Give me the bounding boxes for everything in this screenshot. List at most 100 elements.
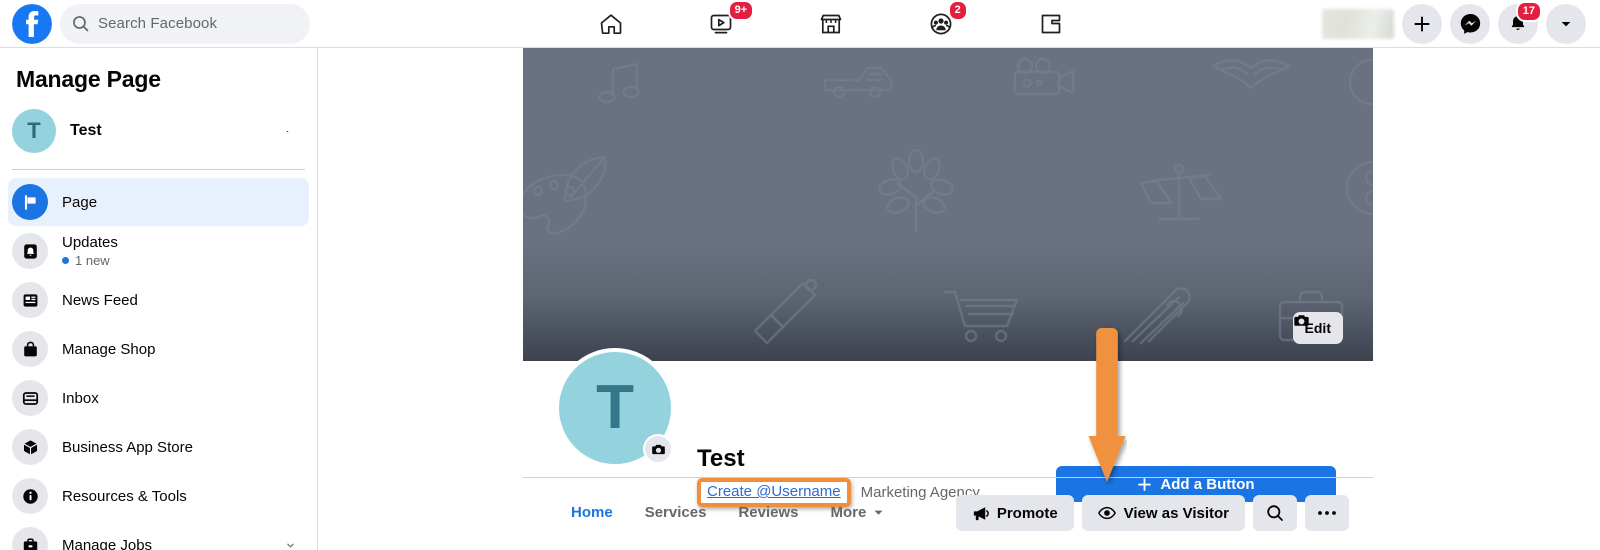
view-as-visitor-button[interactable]: View as Visitor bbox=[1081, 495, 1245, 531]
megaphone-icon bbox=[973, 506, 989, 520]
marketplace-store-icon bbox=[820, 14, 842, 33]
sidebar-item-body: Page bbox=[62, 194, 299, 211]
sidebar-item-news-feed[interactable]: News Feed bbox=[8, 276, 309, 324]
top-navigation-bar: Search Facebook 9+ 2 17 bbox=[0, 0, 1600, 48]
manage-page-sidebar: Manage Page T Test Page Updates 1 new Ne… bbox=[0, 48, 318, 550]
messenger-button[interactable] bbox=[1450, 3, 1490, 44]
nav-home-icon[interactable] bbox=[556, 2, 666, 46]
facebook-logo-icon[interactable] bbox=[12, 3, 52, 44]
page-switcher-name: Test bbox=[70, 122, 102, 139]
info-icon bbox=[12, 478, 48, 514]
tab-services[interactable]: Services bbox=[629, 504, 723, 521]
tab-home[interactable]: Home bbox=[555, 504, 629, 521]
messenger-icon bbox=[1460, 14, 1480, 34]
cover-photo[interactable]: Edit bbox=[523, 48, 1373, 361]
sidebar-item-manage-jobs[interactable]: Manage Jobs bbox=[8, 521, 309, 550]
inbox-icon bbox=[12, 380, 48, 416]
briefcase-icon bbox=[12, 527, 48, 550]
page-search-button[interactable] bbox=[1253, 495, 1297, 531]
plus-icon bbox=[1414, 15, 1430, 32]
sidebar-item-body: News Feed bbox=[62, 292, 299, 309]
tab-more[interactable]: More bbox=[814, 504, 900, 521]
sidebar-item-body: Updates 1 new bbox=[62, 234, 299, 268]
shop-bag-icon bbox=[12, 331, 48, 367]
camera-icon bbox=[651, 444, 665, 454]
sidebar-item-resources-tools[interactable]: Resources & Tools bbox=[8, 472, 309, 520]
page-action-buttons: Promote View as Visitor bbox=[955, 495, 1349, 531]
sidebar-item-body: Manage Shop bbox=[62, 341, 299, 358]
topbar-right: 17 bbox=[1322, 0, 1600, 44]
more-options-button[interactable] bbox=[1305, 495, 1349, 531]
edit-cover-button[interactable]: Edit bbox=[1292, 312, 1343, 344]
sidebar-item-body: Resources & Tools bbox=[62, 488, 299, 505]
page-switcher[interactable]: T Test bbox=[8, 103, 309, 159]
gaming-icon bbox=[1041, 14, 1061, 33]
profile-avatar-wrap[interactable]: T bbox=[555, 348, 675, 468]
chevron-down-icon bbox=[287, 543, 294, 547]
change-profile-photo-button[interactable] bbox=[643, 434, 673, 464]
avatar: T bbox=[12, 109, 56, 153]
page-tabs: Home Services Reviews More bbox=[555, 504, 900, 521]
view-as-visitor-label: View as Visitor bbox=[1123, 504, 1229, 522]
topbar-nav-icons: 9+ 2 bbox=[340, 0, 1322, 46]
new-dot-icon bbox=[62, 257, 69, 264]
page-tabs-row: Home Services Reviews More Promote View … bbox=[523, 477, 1373, 550]
app-box-icon bbox=[12, 429, 48, 465]
notifications-badge: 17 bbox=[1515, 0, 1542, 22]
search-icon bbox=[1267, 505, 1283, 521]
updates-badge: 1 new bbox=[62, 253, 299, 268]
flag-icon bbox=[12, 184, 48, 220]
camera-icon bbox=[1293, 315, 1309, 326]
tab-reviews[interactable]: Reviews bbox=[722, 504, 814, 521]
search-input[interactable]: Search Facebook bbox=[60, 3, 310, 44]
page-name: Test bbox=[697, 445, 745, 472]
sidebar-divider bbox=[12, 169, 305, 170]
account-menu-button[interactable] bbox=[1546, 3, 1586, 44]
sidebar-item-manage-shop[interactable]: Manage Shop bbox=[8, 325, 309, 373]
tab-label: Home bbox=[571, 504, 613, 521]
nav-gaming-icon[interactable] bbox=[996, 2, 1106, 46]
sidebar-item-body: Business App Store bbox=[62, 439, 299, 456]
news-feed-icon bbox=[12, 282, 48, 318]
sidebar-item-label: News Feed bbox=[62, 291, 138, 309]
page-main-content: Edit T Test Create @Username Marketing A… bbox=[318, 48, 1600, 550]
sidebar-item-label: Updates bbox=[62, 234, 118, 251]
home-icon bbox=[600, 13, 622, 34]
tab-label: More bbox=[830, 504, 867, 521]
sidebar-item-label: Inbox bbox=[62, 389, 99, 407]
tab-label: Services bbox=[644, 504, 707, 521]
notifications-button[interactable]: 17 bbox=[1498, 0, 1542, 44]
sidebar-item-updates[interactable]: Updates 1 new bbox=[8, 227, 309, 275]
sidebar-item-business-app-store[interactable]: Business App Store bbox=[8, 423, 309, 471]
blurred-profile-icon[interactable] bbox=[1322, 8, 1394, 39]
nav-watch-icon[interactable]: 9+ bbox=[666, 0, 776, 46]
sidebar-item-label: Business App Store bbox=[62, 438, 193, 456]
promote-button[interactable]: Promote bbox=[955, 495, 1074, 531]
topbar-left: Search Facebook bbox=[0, 3, 340, 44]
search-icon bbox=[73, 16, 89, 32]
nav-groups-icon[interactable]: 2 bbox=[886, 0, 996, 46]
sidebar-item-page[interactable]: Page bbox=[8, 178, 309, 226]
sidebar-item-label: Resources & Tools bbox=[62, 487, 187, 505]
chevron-down-icon bbox=[1561, 21, 1571, 26]
sidebar-item-label: Manage Shop bbox=[62, 340, 156, 358]
updates-count-label: 1 new bbox=[75, 253, 110, 268]
nav-marketplace-icon[interactable] bbox=[776, 2, 886, 46]
facebook-page-manager: Search Facebook 9+ 2 17 Manage Page T Te… bbox=[0, 0, 1600, 550]
tab-label: Reviews bbox=[738, 504, 799, 521]
watch-badge: 9+ bbox=[727, 0, 755, 21]
ellipsis-icon bbox=[1318, 511, 1336, 515]
sidebar-item-label: Manage Jobs bbox=[62, 536, 153, 550]
groups-badge: 2 bbox=[947, 0, 968, 21]
page-title: Manage Page bbox=[16, 66, 161, 92]
promote-label: Promote bbox=[996, 504, 1058, 522]
bell-box-icon bbox=[12, 233, 48, 269]
sidebar-item-body: Inbox bbox=[62, 390, 299, 407]
sidebar-item-label: Page bbox=[62, 193, 98, 211]
cover-pattern bbox=[523, 57, 1373, 345]
sidebar-item-body: Manage Jobs bbox=[62, 537, 272, 550]
create-button[interactable] bbox=[1402, 3, 1442, 44]
eye-icon bbox=[1097, 506, 1116, 520]
caret-down-icon bbox=[874, 510, 883, 515]
sidebar-item-inbox[interactable]: Inbox bbox=[8, 374, 309, 422]
